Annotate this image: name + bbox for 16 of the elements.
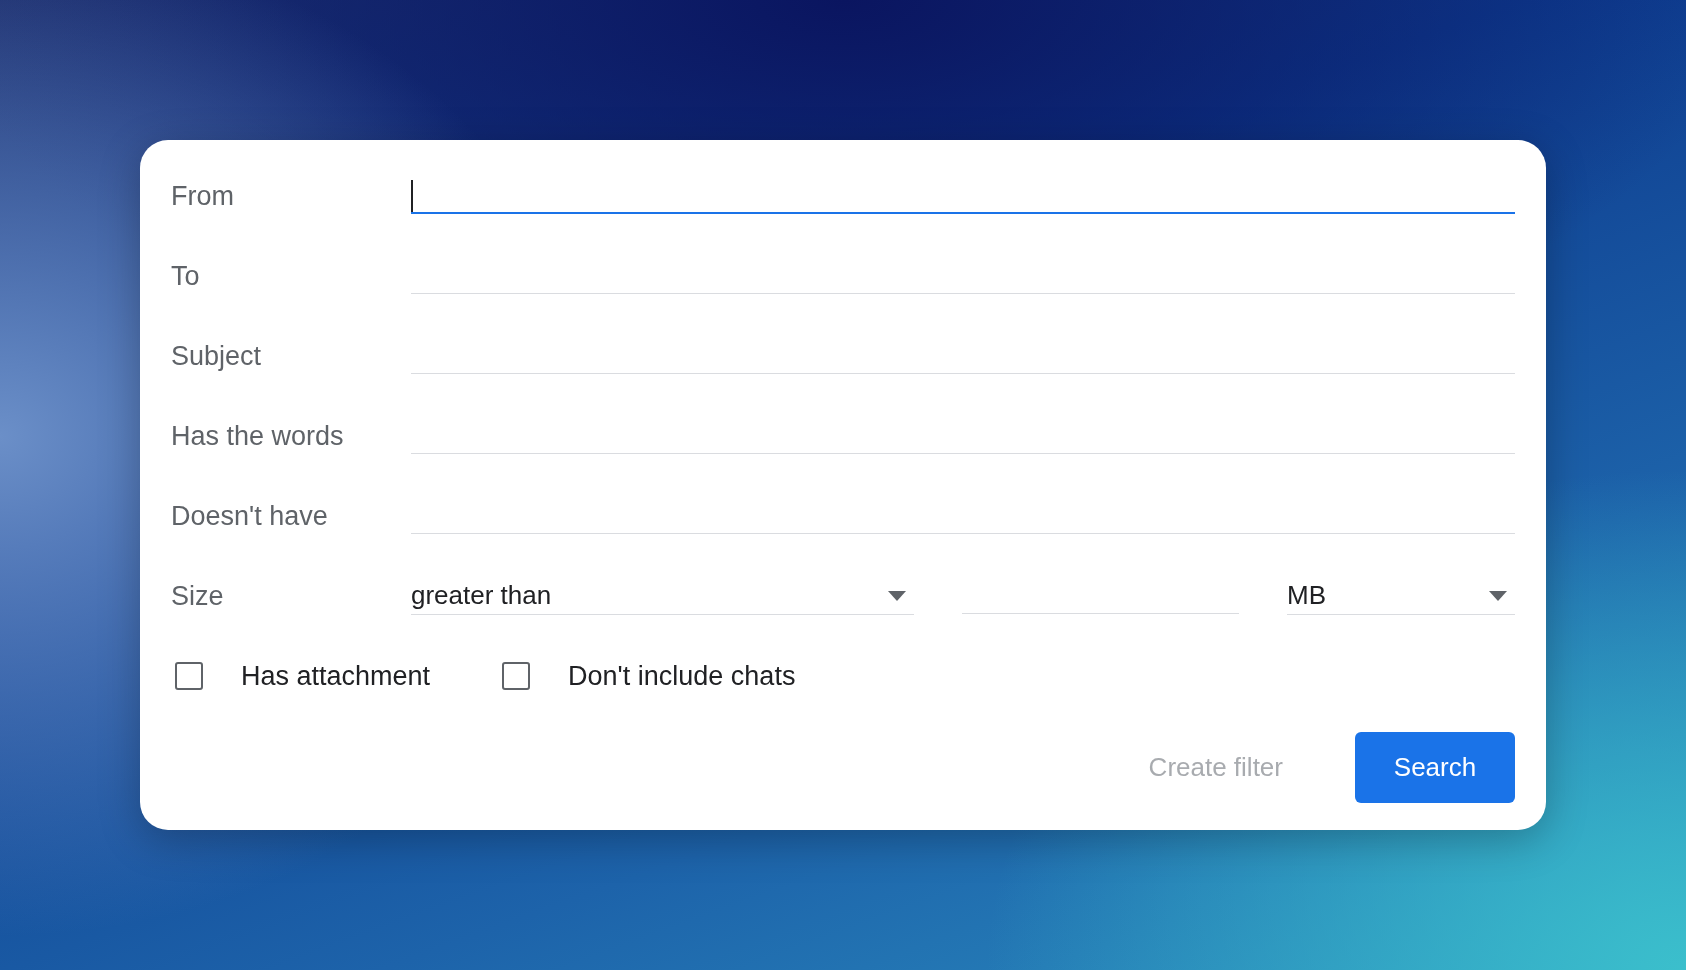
- caret-icon: [888, 590, 906, 601]
- checkbox-label: Don't include chats: [568, 660, 796, 692]
- checkbox[interactable]: [502, 662, 531, 690]
- field-label: Size: [171, 580, 225, 612]
- size-operator-dropdown[interactable]: greater than: [411, 577, 914, 615]
- field-label: Subject: [171, 340, 263, 372]
- search-button[interactable]: Search: [1355, 732, 1515, 803]
- caret-icon: [1489, 590, 1507, 601]
- field-label: Doesn't have: [171, 500, 329, 532]
- text-cursor: [411, 180, 413, 212]
- checkbox[interactable]: [175, 662, 203, 690]
- field-label: Has the words: [171, 420, 345, 452]
- checkbox-label: Has attachment: [241, 660, 431, 692]
- field-label: From: [171, 180, 235, 212]
- field-label: To: [171, 260, 201, 292]
- size-unit-dropdown[interactable]: MB: [1287, 577, 1515, 615]
